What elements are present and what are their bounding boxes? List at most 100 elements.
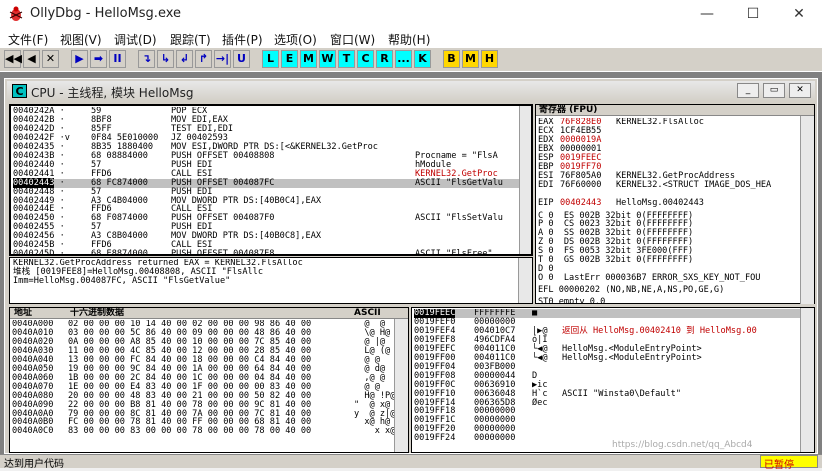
dump-list[interactable]: 0040A000 02 00 00 00 10 14 40 00 02 00 00… <box>12 320 394 452</box>
dump-col-address: 地址 <box>14 308 33 318</box>
menu-item-4[interactable]: 插件(P) <box>222 31 263 48</box>
stack-row[interactable]: 0019FF04 003FB000 <box>414 362 802 372</box>
registers-list[interactable]: EAX 76F828E0 KERNEL32.FlsAlloc ECX 1CF4EB55 E… <box>538 118 800 303</box>
cpu-close-button[interactable]: ✕ <box>789 83 811 98</box>
menu-item-1[interactable]: 视图(V) <box>60 31 102 48</box>
stack-row[interactable]: 0019FF00 004011C0 └◀@ HelloMsg.<ModuleEntry… <box>414 352 802 363</box>
info-scrollbar[interactable] <box>518 258 532 303</box>
toolbar-run-button-0[interactable]: ▶ <box>71 50 88 68</box>
stack-mark: Øec <box>532 397 548 408</box>
toolbar-step-button-2[interactable]: ↲ <box>176 50 193 68</box>
dump-scrollbar[interactable] <box>394 319 408 452</box>
stack-list[interactable]: 0019FEEC FFFFFFFE ■ 0019FEF0 00000000 0019FEF… <box>414 309 802 452</box>
dump-header: 地址 十六进制数据 ASCII <box>10 308 408 319</box>
cpu-window-titlebar[interactable]: C CPU - 主线程, 模块 HelloMsg _ ▭ ✕ <box>7 81 815 101</box>
efl-row[interactable]: EFL 00000202 (NO,NB,NE,A,NS,PO,GE,G) <box>538 286 800 295</box>
disasm-row[interactable]: 00402443 · 68 FC874000 PUSH OFFSET 004087F… <box>13 177 521 188</box>
toolbar-step-button-3[interactable]: ↱ <box>195 50 212 68</box>
minimize-button[interactable]: — <box>684 0 730 28</box>
toolbar-win-button-2[interactable]: M <box>300 50 317 68</box>
cpu-minimize-button[interactable]: _ <box>737 83 759 98</box>
disasm-row[interactable]: 0040242A · 59 POP ECX <box>13 107 521 116</box>
toolbar-nav-button-1[interactable]: ◀ <box>23 50 40 68</box>
register-row[interactable]: EDI 76F60000 KERNEL32.<STRUCT IMAGE_DOS_HE… <box>538 179 800 190</box>
register-note: KERNEL32.<STRUCT IMAGE_DOS_HEA <box>616 179 772 190</box>
dump-col-hex: 十六进制数据 <box>70 308 125 318</box>
stack-row[interactable]: 0019FEEC FFFFFFFE ■ <box>414 309 802 318</box>
toolbar-run-button-1[interactable]: ➡ <box>90 50 107 68</box>
flag-row[interactable]: O 0 LastErr 000036B7 ERROR_SXS_KEY_NOT_F… <box>538 274 800 283</box>
disasm-row[interactable]: 00402449 · A3 C4B04000 MOV DWORD PTR DS:[4… <box>13 196 521 206</box>
disassembly-pane[interactable]: 0040242A · 59 POP ECX 0040242B · 8BF8 MOV EDI… <box>9 104 533 256</box>
stack-row[interactable]: 0019FF1C 00000000 <box>414 416 802 425</box>
disasm-row[interactable]: 00402456 · A3 C8B04000 MOV DWORD PTR DS:[4… <box>13 232 521 241</box>
disasm-hex: 68 E8874000 <box>91 249 148 255</box>
title-bar: OllyDbg - HelloMsg.exe — ☐ ✕ <box>0 0 822 28</box>
stack-row[interactable]: 0019FF18 00000000 <box>414 407 802 416</box>
cpu-window-icon: C <box>12 84 27 98</box>
stack-comment: HelloMsg.<ModuleEntryPoint> <box>562 352 702 363</box>
toolbar-win-button-7[interactable]: ... <box>395 50 412 68</box>
stack-row[interactable]: 0019FF08 00000044 D <box>414 371 802 381</box>
toolbar-win-button-4[interactable]: T <box>338 50 355 68</box>
toolbar-misc-button-1[interactable]: M <box>462 50 479 68</box>
registers-scrollbar[interactable] <box>800 116 814 304</box>
register-note: HelloMsg.00402443 <box>616 197 704 208</box>
info-pane: KERNEL32.GetProcAddress returned EAX = K… <box>9 257 533 304</box>
info-line: Imm=HelloMsg.004087FC, ASCII "FlsGetValu… <box>13 275 231 286</box>
stack-pane[interactable]: 0019FEEC FFFFFFFE ■ 0019FEF0 00000000 0019FEF… <box>411 307 815 453</box>
toolbar-misc-button-0[interactable]: B <box>443 50 460 68</box>
ollydbg-bug-icon <box>9 6 23 21</box>
disassembly-list[interactable]: 0040242A · 59 POP ECX 0040242B · 8BF8 MOV EDI… <box>13 107 521 255</box>
menu-item-2[interactable]: 调试(D) <box>114 31 157 48</box>
window-title: OllyDbg - HelloMsg.exe <box>30 6 182 21</box>
flag-row[interactable]: T 0 GS 002B 32bit 0(FFFFFFFF) <box>538 256 800 265</box>
menu-item-6[interactable]: 窗口(W) <box>330 31 375 48</box>
toolbar-win-button-1[interactable]: E <box>281 50 298 68</box>
registers-pane[interactable]: 寄存器 (FPU) EAX 76F828E0 KERNEL32.FlsAlloc EC… <box>535 104 815 304</box>
toolbar-win-button-3[interactable]: W <box>319 50 336 68</box>
dump-pane[interactable]: 地址 十六进制数据 ASCII 0040A000 02 00 00 00 10 1… <box>9 307 409 453</box>
register-name: EDI <box>538 179 554 190</box>
menu-item-5[interactable]: 选项(O) <box>274 31 317 48</box>
toolbar-win-button-8[interactable]: K <box>414 50 431 68</box>
status-bar: 达到用户代码 已暂停 <box>0 454 822 471</box>
stack-row[interactable]: 0019FEF4 004010C7 |▶@ 返回从 HelloMsg.00402410… <box>414 326 802 336</box>
toolbar-win-button-6[interactable]: R <box>376 50 393 68</box>
disasm-comment: ASCII "FlsGetValu <box>415 177 503 188</box>
stack-comment: ASCII "Winsta0\Default" <box>562 388 681 399</box>
stack-scrollbar[interactable] <box>800 308 814 452</box>
register-row[interactable]: EIP 00402443 HelloMsg.00402443 <box>538 197 800 208</box>
menu-item-7[interactable]: 帮助(H) <box>388 31 430 48</box>
toolbar-step-button-0[interactable]: ↴ <box>138 50 155 68</box>
close-button[interactable]: ✕ <box>776 0 822 28</box>
disasm-row[interactable]: 0040242B · 8BF8 MOV EDI,EAX <box>13 115 521 125</box>
stack-row[interactable]: 0019FF20 00000000 <box>414 425 802 434</box>
stack-row[interactable]: 0019FF10 00636048 H`c ASCII "Winsta0\Defaul… <box>414 388 802 399</box>
stack-row[interactable]: 0019FF14 006365D8 Øec <box>414 397 802 408</box>
dump-row[interactable]: 0040A0C0 83 00 00 00 83 00 00 00 78 00 00… <box>12 427 394 436</box>
menu-item-3[interactable]: 跟踪(T) <box>170 31 211 48</box>
toolbar-win-button-5[interactable]: C <box>357 50 374 68</box>
disassembly-scrollbar[interactable] <box>519 106 531 254</box>
cpu-restore-button[interactable]: ▭ <box>763 83 785 98</box>
menu-item-0[interactable]: 文件(F) <box>8 31 48 48</box>
disasm-comment: ASCII "FlsSetValu <box>415 213 503 224</box>
disasm-row[interactable]: 0040242D · 85FF TEST EDI,EDI <box>13 124 521 134</box>
register-name: EIP <box>538 197 554 208</box>
toolbar-step-button-1[interactable]: ↳ <box>157 50 174 68</box>
toolbar-nav-button-2[interactable]: ✕ <box>42 50 59 68</box>
registers-header: 寄存器 (FPU) <box>536 105 814 116</box>
toolbar-misc-button-2[interactable]: H <box>481 50 498 68</box>
toolbar-step-button-4[interactable]: →| <box>214 50 231 68</box>
toolbar-run-button-2[interactable]: II <box>109 50 126 68</box>
toolbar-nav-button-0[interactable]: ◀◀ <box>4 50 22 68</box>
disasm-row[interactable]: 0040245D · 68 E8874000 PUSH OFFSET 004087E… <box>13 250 521 255</box>
disasm-row[interactable]: 00402450 · 68 F0874000 PUSH OFFSET 004087F… <box>13 214 521 223</box>
info-lines: KERNEL32.GetProcAddress returned EAX = K… <box>13 259 518 303</box>
register-value: 76F60000 <box>560 179 602 190</box>
maximize-button[interactable]: ☐ <box>730 0 776 28</box>
st0-row[interactable]: ST0 empty 0.0 <box>538 298 800 303</box>
toolbar-win-button-0[interactable]: L <box>262 50 279 68</box>
toolbar-step-button-5[interactable]: U <box>233 50 250 68</box>
